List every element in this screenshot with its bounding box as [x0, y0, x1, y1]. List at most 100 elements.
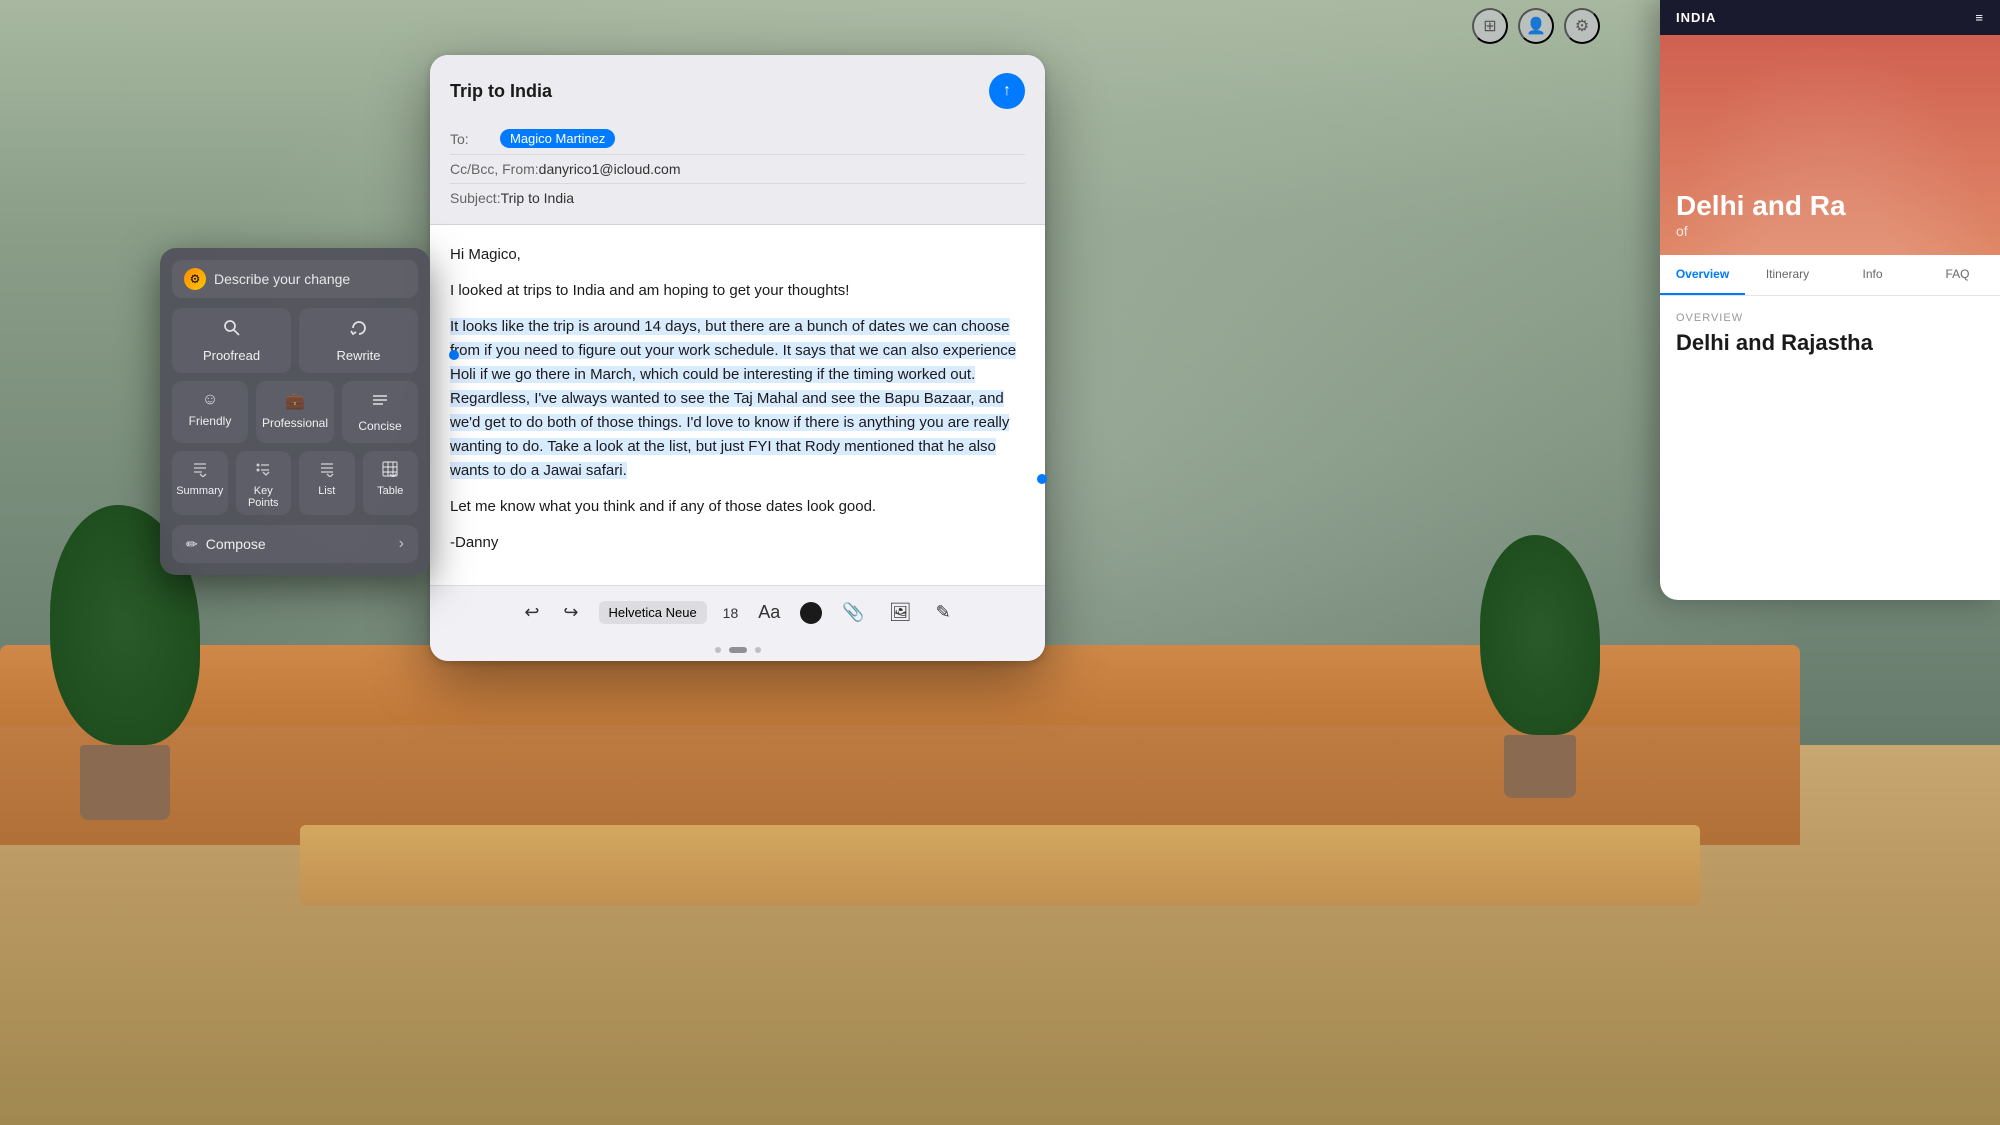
- travel-navigation: Overview Itinerary Info FAQ: [1660, 255, 2000, 296]
- email-toolbar: ↩ ↪ Helvetica Neue 18 Aa 📎 🖼 ✎: [430, 585, 1045, 639]
- coffee-table: [300, 825, 1700, 905]
- travel-country-label: INDIA: [1676, 10, 1716, 25]
- friendly-icon: ☺: [202, 391, 218, 409]
- travel-nav-faq[interactable]: FAQ: [1915, 255, 2000, 295]
- compose-bar-left: ✏ Compose: [186, 536, 266, 553]
- summary-button[interactable]: Summary: [172, 451, 228, 515]
- rewrite-label: Rewrite: [336, 348, 380, 363]
- list-icon: [319, 461, 335, 481]
- proofread-icon: [222, 318, 242, 343]
- travel-hero-subtitle: of: [1676, 223, 1846, 239]
- travel-overview-content: OVERVIEW Delhi and Rajastha: [1660, 296, 2000, 372]
- top-controls-bar: ⊞ 👤 ⚙: [1472, 8, 1600, 44]
- tools-row-format: Summary Key Points: [172, 451, 418, 515]
- overview-label: OVERVIEW: [1676, 312, 1984, 324]
- window-control-3[interactable]: ⚙: [1564, 8, 1600, 44]
- email-greeting: Hi Magico,: [450, 243, 1025, 267]
- undo-button[interactable]: ↩: [520, 598, 543, 627]
- subject-label: Subject:: [450, 190, 501, 206]
- email-line2: Let me know what you think and if any of…: [450, 495, 1025, 519]
- describe-change-text: Describe your change: [214, 271, 350, 287]
- color-picker[interactable]: [800, 602, 822, 624]
- key-points-icon: [255, 461, 271, 481]
- travel-panel-header: INDIA ≡: [1660, 0, 2000, 35]
- professional-icon: 💼: [285, 391, 305, 411]
- travel-hero-text: Delhi and Ra of: [1676, 189, 1846, 239]
- redo-button[interactable]: ↪: [559, 598, 582, 627]
- compose-chevron-icon: ›: [399, 535, 404, 553]
- professional-button[interactable]: 💼 Professional: [256, 381, 334, 443]
- key-points-button[interactable]: Key Points: [236, 451, 292, 515]
- plant-right: [1480, 535, 1600, 785]
- proofread-button[interactable]: Proofread: [172, 308, 291, 373]
- describe-change-bar[interactable]: ⚙ Describe your change: [172, 260, 418, 298]
- writing-tools-panel: ⚙ Describe your change Proofread Rewrite: [160, 248, 430, 575]
- selected-text: It looks like the trip is around 14 days…: [450, 318, 1016, 479]
- list-button[interactable]: List: [299, 451, 355, 515]
- redo-icon: ↪: [563, 602, 578, 623]
- travel-hero: Delhi and Ra of: [1660, 35, 2000, 255]
- photo-button[interactable]: 🖼: [885, 598, 916, 627]
- font-size-display: 18: [723, 605, 739, 621]
- friendly-label: Friendly: [189, 414, 232, 428]
- travel-nav-itinerary[interactable]: Itinerary: [1745, 255, 1830, 295]
- window-control-1[interactable]: ⊞: [1472, 8, 1508, 44]
- selection-cursor-right: [1037, 474, 1047, 484]
- describe-change-icon: ⚙: [184, 268, 206, 290]
- email-line1: I looked at trips to India and am hoping…: [450, 279, 1025, 303]
- rewrite-button[interactable]: Rewrite: [299, 308, 418, 373]
- tools-row-proofread-rewrite: Proofread Rewrite: [172, 308, 418, 373]
- email-title: Trip to India: [450, 81, 552, 102]
- travel-nav-overview[interactable]: Overview: [1660, 255, 1745, 295]
- proofread-label: Proofread: [203, 348, 260, 363]
- travel-panel: INDIA ≡ Delhi and Ra of Overview Itinera…: [1660, 0, 2000, 600]
- pagination-dots: [430, 639, 1045, 661]
- send-icon: ↑: [1003, 82, 1011, 100]
- email-compose-window: Trip to India ↑ To: Magico Martinez Cc/B…: [430, 55, 1045, 661]
- page-dot-3: [755, 647, 761, 653]
- ccbcc-label: Cc/Bcc, From:: [450, 161, 539, 177]
- summary-icon: [192, 461, 208, 481]
- tools-row-tone: ☺ Friendly 💼 Professional Concise: [172, 381, 418, 443]
- page-dot-1: [715, 647, 721, 653]
- email-to-field: To: Magico Martinez: [450, 123, 1025, 155]
- email-selected-paragraph[interactable]: It looks like the trip is around 14 days…: [450, 315, 1025, 483]
- undo-icon: ↩: [524, 602, 539, 623]
- selection-cursor-left: [449, 350, 459, 360]
- key-points-label: Key Points: [240, 485, 288, 509]
- travel-nav-info[interactable]: Info: [1830, 255, 1915, 295]
- table-label: Table: [377, 485, 403, 497]
- email-subject-field: Subject: Trip to India: [450, 184, 1025, 212]
- table-icon: [382, 461, 398, 481]
- compose-label: Compose: [206, 536, 266, 552]
- email-body[interactable]: Hi Magico, I looked at trips to India an…: [430, 225, 1045, 585]
- email-signature: -Danny: [450, 531, 1025, 555]
- recipient-chip[interactable]: Magico Martinez: [500, 129, 615, 148]
- email-header: Trip to India ↑ To: Magico Martinez Cc/B…: [430, 55, 1045, 225]
- concise-label: Concise: [358, 419, 401, 433]
- compose-icon: ✏: [186, 536, 198, 553]
- font-name-button[interactable]: Helvetica Neue: [599, 601, 707, 624]
- friendly-button[interactable]: ☺ Friendly: [172, 381, 248, 443]
- send-button[interactable]: ↑: [989, 73, 1025, 109]
- overview-title: Delhi and Rajastha: [1676, 330, 1984, 356]
- text-format-icon: Aa: [758, 602, 780, 623]
- email-title-row: Trip to India ↑: [450, 73, 1025, 109]
- travel-hero-title: Delhi and Ra: [1676, 189, 1846, 223]
- email-ccbcc-field: Cc/Bcc, From: danyrico1@icloud.com: [450, 155, 1025, 184]
- markup-button[interactable]: ✎: [932, 598, 955, 627]
- text-format-button[interactable]: Aa: [754, 598, 784, 627]
- rewrite-icon: [349, 318, 369, 343]
- compose-bar[interactable]: ✏ Compose ›: [172, 525, 418, 563]
- attach-button[interactable]: 📎: [838, 598, 868, 627]
- to-label: To:: [450, 131, 500, 147]
- travel-header-icon: ≡: [1975, 10, 1984, 25]
- table-button[interactable]: Table: [363, 451, 419, 515]
- concise-button[interactable]: Concise: [342, 381, 418, 443]
- subject-text[interactable]: Trip to India: [501, 190, 574, 206]
- list-label: List: [318, 485, 335, 497]
- from-email: danyrico1@icloud.com: [539, 161, 681, 177]
- professional-label: Professional: [262, 416, 328, 430]
- window-control-2[interactable]: 👤: [1518, 8, 1554, 44]
- page-dot-2: [729, 647, 747, 653]
